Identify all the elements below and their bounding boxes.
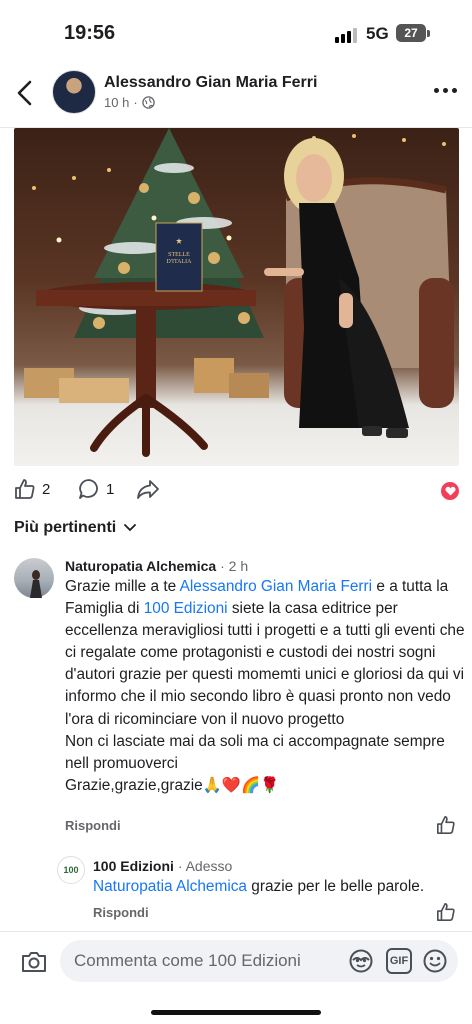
- book-title-line1: STELLE: [168, 252, 190, 258]
- chevron-down-icon: [124, 524, 137, 532]
- comment-time: · 2 h: [220, 558, 249, 574]
- more-options-icon[interactable]: [434, 88, 457, 93]
- reply-avatar[interactable]: 100: [57, 856, 85, 884]
- comment-like-icon[interactable]: [436, 815, 456, 835]
- post-time: 10 h: [104, 95, 130, 110]
- home-indicator: [151, 1010, 321, 1015]
- thumbs-up-icon: [15, 479, 35, 499]
- commenter-avatar[interactable]: [14, 558, 54, 598]
- comment-text: Grazie mille a te Alessandro Gian Maria …: [65, 578, 465, 794]
- book-title-line2: D'ITALIA: [167, 259, 193, 265]
- mention-link[interactable]: Alessandro Gian Maria Ferri: [180, 578, 372, 595]
- reply-author: 100 Edizioni · Adesso: [93, 858, 232, 874]
- comment-action[interactable]: 1: [78, 478, 114, 500]
- status-bar: 19:56 5G 27: [0, 0, 472, 62]
- post-header: Alessandro Gian Maria Ferri 10 h ·: [0, 66, 472, 124]
- like-count: 2: [42, 480, 51, 498]
- emoji-icon[interactable]: [422, 948, 448, 974]
- share-icon[interactable]: [136, 478, 160, 500]
- signal-icon: [335, 28, 357, 43]
- post-meta: 10 h ·: [104, 95, 155, 110]
- post-photo[interactable]: STELLE D'ITALIA: [14, 128, 459, 466]
- gif-icon[interactable]: GIF: [386, 948, 412, 974]
- reply-mention-link[interactable]: Naturopatia Alchemica: [93, 878, 247, 895]
- comment-sort-dropdown[interactable]: Più pertinenti: [14, 519, 137, 537]
- author-name[interactable]: Alessandro Gian Maria Ferri: [104, 74, 317, 92]
- comment-bubble-icon: [79, 479, 98, 499]
- comment-input-placeholder: Commenta come 100 Edizioni: [74, 951, 301, 970]
- reply-reply-button[interactable]: Rispondi: [93, 905, 149, 920]
- back-arrow-icon[interactable]: [14, 78, 36, 108]
- comment-reply-button[interactable]: Rispondi: [65, 818, 121, 833]
- reply-author-name[interactable]: 100 Edizioni: [93, 858, 174, 874]
- camera-icon[interactable]: [20, 950, 48, 974]
- sort-label: Più pertinenti: [14, 519, 117, 536]
- reply-time: · Adesso: [177, 858, 233, 874]
- battery-icon: 27: [396, 24, 426, 42]
- status-time: 19:56: [64, 22, 116, 44]
- reply-like-icon[interactable]: [436, 902, 456, 922]
- author-avatar[interactable]: [52, 70, 96, 114]
- battery-cap: [427, 30, 430, 37]
- post-actions: 2 1: [0, 478, 472, 504]
- reply-text: Naturopatia Alchemica grazie per le bell…: [93, 878, 425, 895]
- mention-link[interactable]: 100 Edizioni: [144, 600, 228, 617]
- like-action[interactable]: 2: [14, 478, 50, 500]
- comment-author-name[interactable]: Naturopatia Alchemica: [65, 558, 216, 574]
- photo-scene: STELLE D'ITALIA: [24, 128, 454, 457]
- love-reaction-icon[interactable]: [441, 482, 459, 500]
- network-label: 5G: [366, 24, 389, 43]
- comment-author: Naturopatia Alchemica · 2 h: [65, 558, 248, 574]
- avatar-sticker-icon[interactable]: [348, 948, 374, 974]
- globe-icon: [141, 96, 155, 109]
- comment-count: 1: [106, 480, 115, 498]
